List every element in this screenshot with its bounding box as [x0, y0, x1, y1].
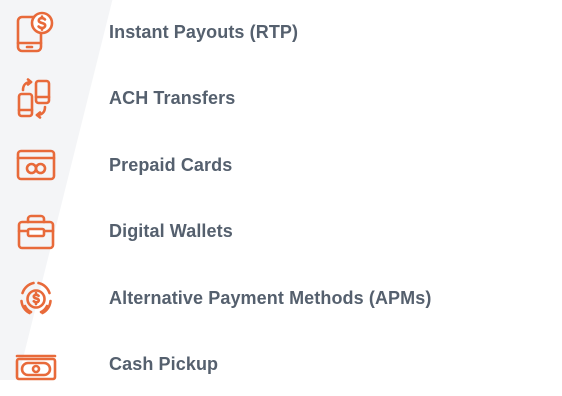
card-icon — [14, 144, 58, 188]
payout-method-item-prepaid-cards: Prepaid Cards — [0, 141, 562, 191]
payout-method-label: Cash Pickup — [109, 354, 219, 374]
payout-method-item-digital-wallets: Digital Wallets — [0, 207, 562, 257]
device-transfer-icon — [14, 77, 58, 121]
payout-method-label: ACH Transfers — [109, 88, 236, 108]
wallet-icon — [14, 210, 58, 254]
banknote-icon — [14, 343, 58, 387]
payout-methods-list: Instant Payouts (RTP) ACH Transfers Prep… — [0, 0, 562, 396]
payout-method-item-ach-transfers: ACH Transfers — [0, 74, 562, 124]
payout-method-item-instant-payouts: Instant Payouts (RTP) — [0, 8, 562, 58]
payout-method-item-cash-pickup: Cash Pickup — [0, 340, 562, 390]
payout-method-label: Prepaid Cards — [109, 155, 233, 175]
payout-method-label: Digital Wallets — [109, 221, 233, 241]
payout-method-label: Alternative Payment Methods (APMs) — [109, 288, 432, 308]
coin-cycle-icon — [14, 277, 58, 321]
payout-method-item-apms: Alternative Payment Methods (APMs) — [0, 274, 562, 324]
phone-dollar-icon — [14, 11, 58, 55]
payout-method-label: Instant Payouts (RTP) — [109, 22, 299, 42]
